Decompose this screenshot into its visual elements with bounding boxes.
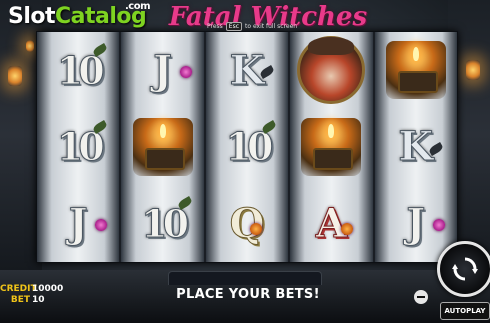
reel-cell: J [37, 185, 119, 262]
reel-cell: 10 [121, 185, 203, 262]
watermark-slot: Slot [8, 4, 56, 29]
bet-value: 10 [32, 295, 45, 305]
decrease-bet-button[interactable] [414, 290, 428, 304]
reel-cell [290, 109, 372, 186]
leaf-decoration-icon [176, 196, 193, 211]
lantern-icon [26, 40, 34, 52]
reel-3: K 10 Q [205, 32, 289, 262]
fullscreen-hint: Press Esc to exit full screen [207, 22, 297, 31]
watermark-com: .com [125, 1, 151, 12]
reel-cell: 10 [37, 109, 119, 186]
reel-cell: Q [206, 185, 288, 262]
flower-decoration-icon [340, 223, 353, 236]
esc-key-badge: Esc [225, 22, 243, 31]
symbol-k: K [229, 46, 265, 94]
symbol-j: J [406, 200, 426, 248]
minus-icon [417, 296, 425, 298]
credit-label: CREDIT [0, 284, 37, 294]
flower-decoration-icon [433, 219, 445, 232]
witch-symbol-icon [297, 36, 366, 105]
flower-decoration-icon [95, 219, 108, 232]
lantern-icon [466, 60, 480, 80]
reel-4: A [290, 32, 373, 262]
reel-cell [121, 109, 203, 186]
fullscreen-hint-suffix: to exit full screen [245, 23, 298, 30]
autoplay-button[interactable]: AUTOPLAY [440, 302, 490, 320]
spin-button[interactable] [437, 241, 490, 297]
flower-decoration-icon [179, 66, 192, 78]
leaf-decoration-icon [92, 43, 109, 57]
candle-book-symbol-icon [301, 117, 362, 176]
reels-grid: 10 10 J J 10 K 10 Q A K J [36, 31, 458, 263]
status-message: PLACE YOUR BETS! [176, 287, 320, 302]
leaf-decoration-icon [261, 119, 278, 134]
symbol-10: 10 [56, 47, 105, 93]
reel-cell: 10 [37, 32, 119, 109]
symbol-k: K [398, 123, 434, 171]
credit-bet-panel: CREDIT10000 BET 10 [0, 284, 63, 306]
symbol-j: J [153, 46, 173, 94]
reel-cell: K [206, 32, 288, 109]
credit-value: 10000 [32, 284, 64, 294]
symbol-10: 10 [56, 124, 105, 170]
spin-arrows-icon [452, 257, 478, 281]
message-panel-top [168, 271, 322, 285]
reel-cell: K [375, 109, 457, 186]
reel-cell: A [290, 185, 372, 262]
reel-cell [290, 32, 372, 109]
watermark-logo: SlotCatalog .com [8, 1, 151, 29]
reel-cell: 10 [206, 109, 288, 186]
reel-cell: J [121, 32, 203, 109]
lantern-icon [8, 66, 22, 86]
leaf-decoration-icon [92, 119, 109, 134]
symbol-j: J [68, 200, 88, 248]
reel-5: KJ [374, 32, 457, 262]
bet-label: BET [10, 295, 30, 305]
candle-book-symbol-icon [385, 41, 446, 100]
candle-book-symbol-icon [132, 117, 193, 176]
symbol-10: 10 [141, 201, 190, 247]
reel-2: J 10 [121, 32, 204, 262]
symbol-10: 10 [225, 124, 274, 170]
fullscreen-hint-press: Press [207, 23, 223, 30]
reel-cell [375, 32, 457, 109]
reel-1: 10 10 J [37, 32, 120, 262]
